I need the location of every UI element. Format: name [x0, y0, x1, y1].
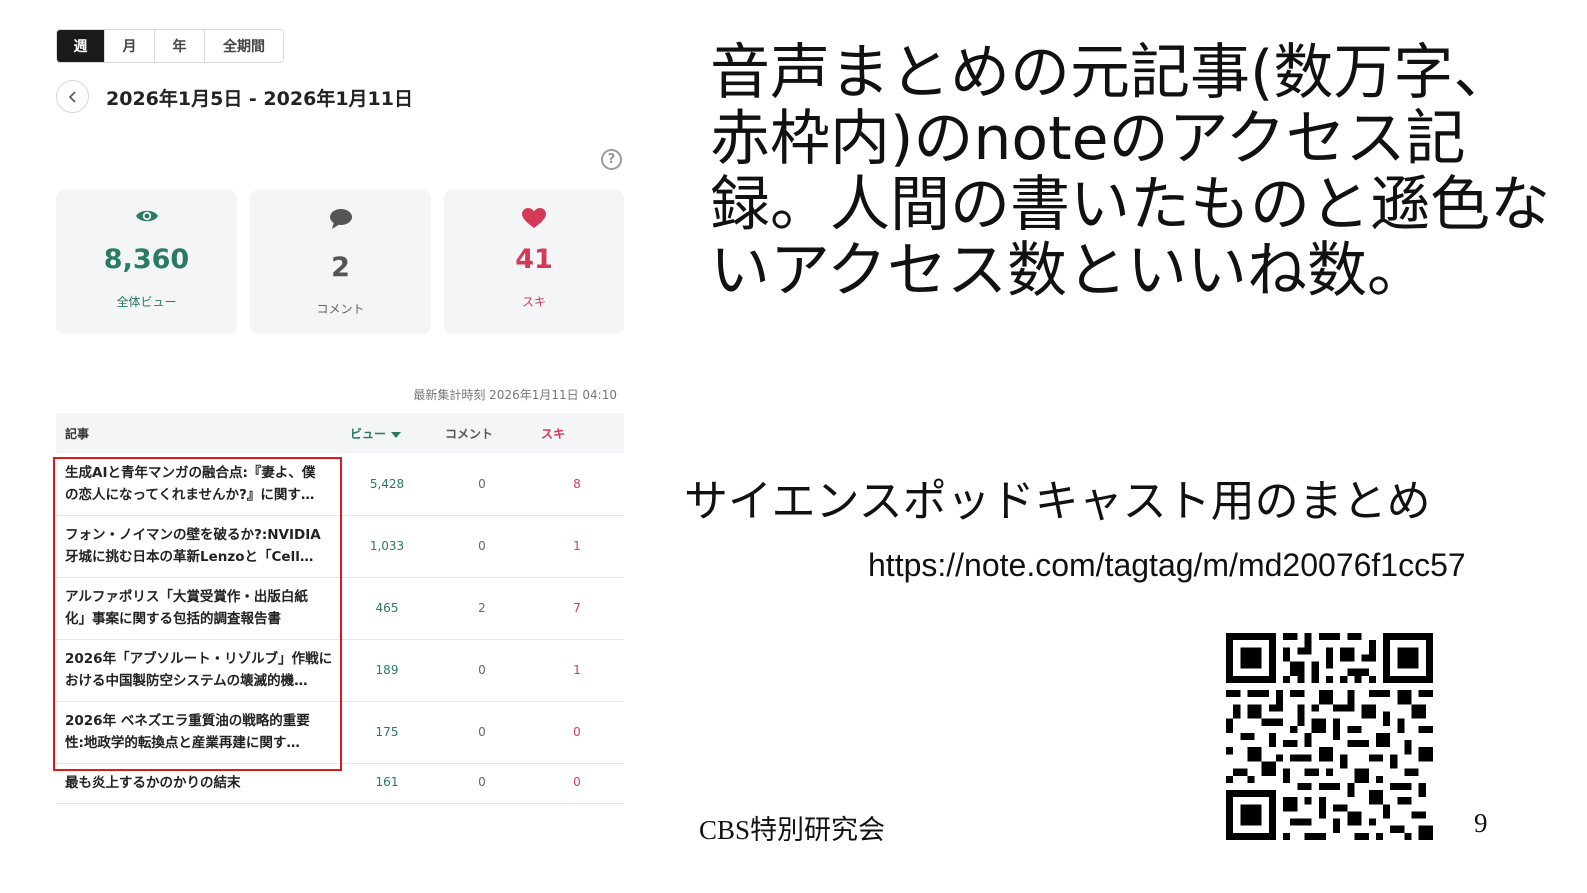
- table-row[interactable]: 2026年 ベネズエラ重質油の戦略的重要 性:地政学的転換点と産業再建に関す… 1…: [56, 702, 624, 764]
- row-views: 189: [375, 663, 399, 677]
- row-comments: 0: [478, 775, 486, 789]
- column-views-label: ビュー: [350, 427, 387, 441]
- likes-label: スキ: [521, 295, 546, 309]
- article-title-line: アルファポリス「大賞受賞作・出版白紙: [65, 589, 308, 605]
- row-likes: 0: [573, 775, 581, 789]
- likes-count: 41: [515, 244, 553, 275]
- article-title-line: 2026年「アブソルート・リゾルブ」作戦に: [65, 651, 333, 667]
- date-range: 2026年1月5日 - 2026年1月11日: [106, 88, 413, 110]
- speech-bubble-icon: [329, 209, 352, 229]
- qr-code-icon: [1226, 633, 1433, 840]
- chevron-left-icon: [68, 90, 76, 103]
- article-title[interactable]: フォン・ノイマンの壁を破るか?:NVIDIA 牙城に挑む日本の革新Lenzoと「C…: [65, 524, 337, 568]
- tab-all-time[interactable]: 全期間: [205, 30, 283, 62]
- table-row[interactable]: アルファポリス「大賞受賞作・出版白紙 化」事案に関する包括的調査報告書 465 2…: [56, 578, 624, 640]
- row-views: 465: [375, 601, 399, 615]
- article-title[interactable]: 2026年 ベネズエラ重質油の戦略的重要 性:地政学的転換点と産業再建に関す…: [65, 710, 337, 754]
- article-title-line: おける中国製防空システムの壊滅的機…: [65, 673, 308, 689]
- column-likes[interactable]: スキ: [541, 425, 565, 442]
- row-likes: 0: [573, 725, 581, 739]
- help-icon[interactable]: ?: [601, 149, 622, 170]
- source-url[interactable]: https://note.com/tagtag/m/md20076f1cc57: [868, 547, 1466, 584]
- article-title[interactable]: 最も炎上するかのかりの結末: [65, 772, 337, 794]
- caret-down-icon: [391, 431, 402, 438]
- article-title-line: 最も炎上するかのかりの結末: [65, 775, 241, 791]
- previous-period-button[interactable]: [56, 80, 89, 113]
- row-views: 161: [375, 775, 399, 789]
- column-comments[interactable]: コメント: [445, 425, 493, 442]
- row-comments: 0: [478, 477, 486, 491]
- tab-week[interactable]: 週: [57, 30, 105, 62]
- article-title[interactable]: 生成AIと青年マンガの融合点:『妻よ、僕 の恋人になってくれませんか?』に関す…: [65, 462, 337, 506]
- table-header: 記事 ビュー コメント スキ: [56, 413, 624, 453]
- row-likes: 1: [573, 539, 581, 553]
- eye-icon: [135, 210, 158, 222]
- slide-headline: 音声まとめの元記事(数万字、赤枠内)のnoteのアクセス記録。人間の書いたものと…: [710, 38, 1550, 306]
- table-row[interactable]: 2026年「アブソルート・リゾルブ」作戦に おける中国製防空システムの壊滅的機… …: [56, 640, 624, 702]
- comments-label: コメント: [316, 302, 365, 316]
- article-title[interactable]: 2026年「アブソルート・リゾルブ」作戦に おける中国製防空システムの壊滅的機…: [65, 648, 337, 692]
- table-row[interactable]: 生成AIと青年マンガの融合点:『妻よ、僕 の恋人になってくれませんか?』に関す… …: [56, 454, 624, 516]
- row-comments: 0: [478, 725, 486, 739]
- slide-subheading: サイエンスポッドキャスト用のまとめ: [684, 476, 1431, 527]
- heart-icon: [522, 208, 546, 228]
- row-likes: 7: [573, 601, 581, 615]
- row-views: 1,033: [369, 539, 405, 553]
- article-title[interactable]: アルファポリス「大賞受賞作・出版白紙 化」事案に関する包括的調査報告書: [65, 586, 337, 630]
- row-comments: 0: [478, 539, 486, 553]
- table-row[interactable]: フォン・ノイマンの壁を破るか?:NVIDIA 牙城に挑む日本の革新Lenzoと「C…: [56, 516, 624, 578]
- article-title-line: 性:地政学的転換点と産業再建に関す…: [65, 735, 300, 751]
- row-views: 175: [375, 725, 399, 739]
- table-row[interactable]: 最も炎上するかのかりの結末 161 0 0: [56, 764, 624, 804]
- article-title-line: フォン・ノイマンの壁を破るか?:NVIDIA: [65, 527, 321, 543]
- article-title-line: 生成AIと青年マンガの融合点:『妻よ、僕: [65, 465, 316, 481]
- comments-count: 2: [331, 252, 350, 283]
- tab-month[interactable]: 月: [105, 30, 155, 62]
- footer-organization: CBS特別研究会: [699, 815, 886, 845]
- row-comments: 0: [478, 663, 486, 677]
- article-title-line: 牙城に挑む日本の革新Lenzoと「Cell…: [65, 549, 314, 565]
- views-label: 全体ビュー: [116, 295, 177, 309]
- article-title-line: の恋人になってくれませんか?』に関す…: [65, 487, 315, 503]
- row-likes: 8: [573, 477, 581, 491]
- article-title-line: 2026年 ベネズエラ重質油の戦略的重要: [65, 713, 310, 729]
- row-comments: 2: [478, 601, 486, 615]
- column-views-sort[interactable]: ビュー: [350, 425, 402, 442]
- stat-card-views: 8,360 全体ビュー: [56, 190, 237, 334]
- period-tabs: 週 月 年 全期間: [56, 29, 284, 63]
- row-views: 5,428: [369, 477, 405, 491]
- tab-year[interactable]: 年: [155, 30, 205, 62]
- views-count: 8,360: [103, 244, 190, 275]
- last-updated: 最新集計時刻 2026年1月11日 04:10: [413, 388, 617, 402]
- column-article: 記事: [65, 427, 90, 441]
- stat-card-likes: 41 スキ: [444, 190, 624, 334]
- article-title-line: 化」事案に関する包括的調査報告書: [65, 611, 281, 627]
- page-number: 9: [1474, 808, 1488, 838]
- row-likes: 1: [573, 663, 581, 677]
- stat-card-comments: 2 コメント: [250, 190, 431, 334]
